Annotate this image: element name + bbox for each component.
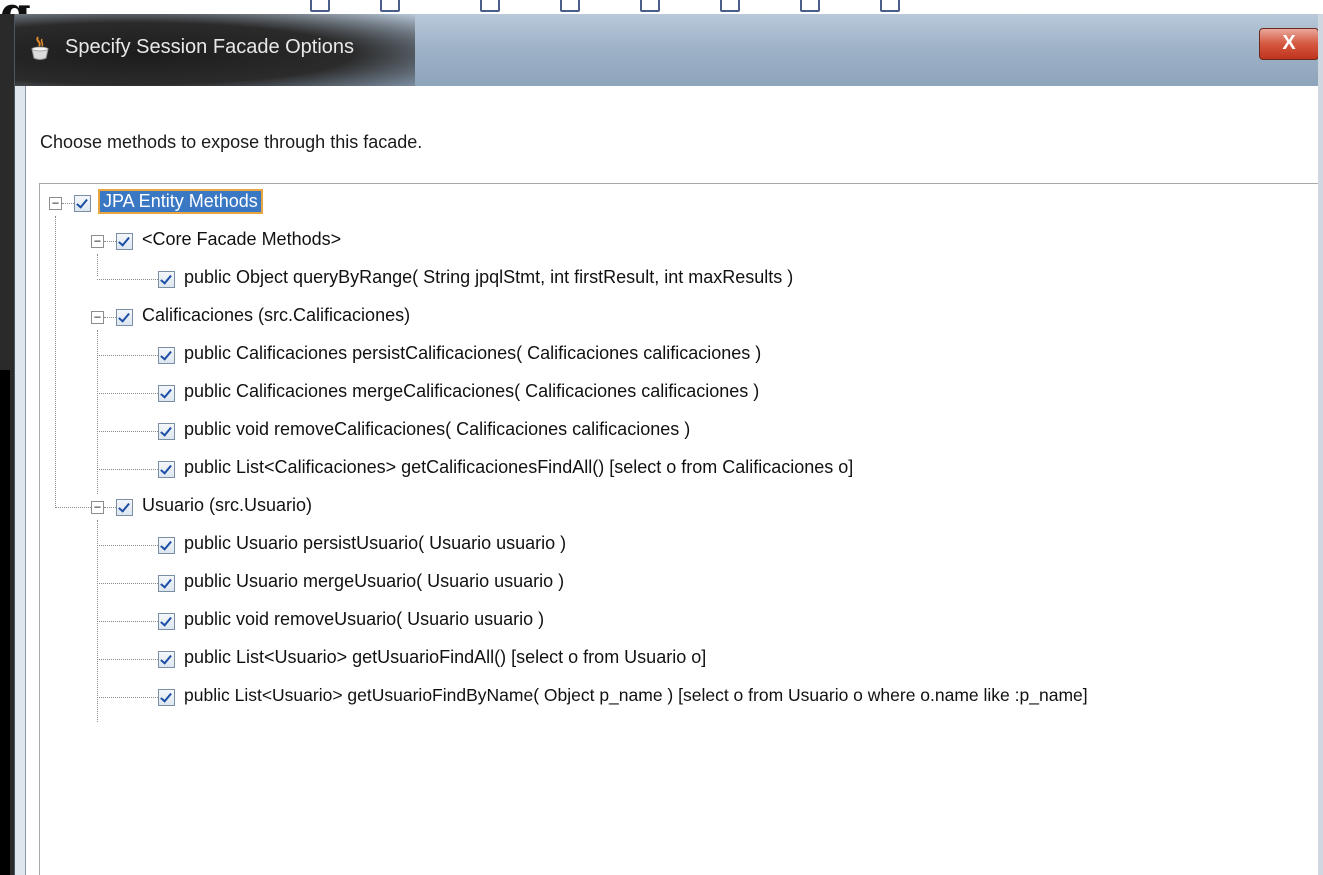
tree-node-group[interactable]: − <Core Facade Methods> bbox=[40, 222, 1323, 260]
dialog-content: Choose methods to expose through this fa… bbox=[25, 86, 1323, 875]
tree-connector bbox=[97, 697, 158, 698]
background-window-shadow bbox=[0, 370, 10, 875]
tree-node-label: public Calificaciones persistCalificacio… bbox=[184, 343, 762, 363]
checkbox-method[interactable] bbox=[158, 347, 175, 364]
checkbox-method[interactable] bbox=[158, 689, 175, 706]
tree-node-label: public List<Usuario> getUsuarioFindAll()… bbox=[184, 647, 707, 667]
tree-node-label: public void removeUsuario( Usuario usuar… bbox=[184, 609, 545, 629]
tree-node-group[interactable]: − Usuario (src.Usuario) bbox=[40, 488, 1323, 526]
tree-node-method[interactable]: public void removeCalificaciones( Califi… bbox=[40, 412, 1323, 450]
checkbox-group[interactable] bbox=[116, 499, 133, 516]
dialog-title: Specify Session Facade Options bbox=[65, 36, 355, 58]
collapse-toggle-icon[interactable]: − bbox=[49, 197, 62, 210]
checkbox-method[interactable] bbox=[158, 271, 175, 288]
tree-connector bbox=[62, 203, 74, 204]
toolbar-icon bbox=[310, 0, 330, 12]
instruction-text: Choose methods to expose through this fa… bbox=[40, 132, 423, 152]
tree-node-method[interactable]: public List<Usuario> getUsuarioFindByNam… bbox=[40, 678, 1323, 716]
tree-node-method[interactable]: public Calificaciones mergeCalificacione… bbox=[40, 374, 1323, 412]
collapse-toggle-icon[interactable]: − bbox=[91, 311, 104, 324]
tree-node-label: public Usuario persistUsuario( Usuario u… bbox=[184, 533, 567, 553]
tree-connector bbox=[97, 393, 158, 394]
tree-node-label: public Usuario mergeUsuario( Usuario usu… bbox=[184, 571, 565, 591]
toolbar-icon bbox=[720, 0, 740, 12]
tree-node-label: public void removeCalificaciones( Califi… bbox=[184, 419, 691, 439]
tree-connector bbox=[97, 621, 158, 622]
tree-connector bbox=[97, 583, 158, 584]
tree-node-method[interactable]: public Usuario mergeUsuario( Usuario usu… bbox=[40, 564, 1323, 602]
close-button[interactable]: X bbox=[1259, 28, 1319, 60]
tree-connector bbox=[97, 469, 158, 470]
checkbox-group[interactable] bbox=[116, 309, 133, 326]
background-window-edge bbox=[1318, 14, 1323, 875]
checkbox-method[interactable] bbox=[158, 461, 175, 478]
tree-connector bbox=[97, 431, 158, 432]
checkbox-method[interactable] bbox=[158, 423, 175, 440]
background-toolbar: g bbox=[0, 0, 1323, 14]
checkbox-method[interactable] bbox=[158, 537, 175, 554]
tree-node-label: public List<Usuario> getUsuarioFindByNam… bbox=[184, 685, 1088, 705]
tree-node-method[interactable]: public List<Usuario> getUsuarioFindAll()… bbox=[40, 640, 1323, 678]
tree-connector bbox=[97, 279, 158, 280]
tree-connector bbox=[104, 507, 116, 508]
checkbox-method[interactable] bbox=[158, 651, 175, 668]
tree-node-method[interactable]: public List<Calificaciones> getCalificac… bbox=[40, 450, 1323, 488]
checkbox-method[interactable] bbox=[158, 385, 175, 402]
java-cup-icon bbox=[31, 36, 49, 60]
checkbox-method[interactable] bbox=[158, 613, 175, 630]
toolbar-icon bbox=[560, 0, 580, 12]
checkbox-root[interactable] bbox=[74, 195, 91, 212]
collapse-toggle-icon[interactable]: − bbox=[91, 235, 104, 248]
toolbar-icon bbox=[480, 0, 500, 12]
background-window-edge bbox=[0, 14, 14, 875]
toolbar-icon bbox=[880, 0, 900, 12]
tree-connector bbox=[97, 659, 158, 660]
tree-node-method[interactable]: public Object queryByRange( String jpqlS… bbox=[40, 260, 1323, 298]
tree-node-method[interactable]: public Usuario persistUsuario( Usuario u… bbox=[40, 526, 1323, 564]
tree-node-method[interactable]: public void removeUsuario( Usuario usuar… bbox=[40, 602, 1323, 640]
tree-connector bbox=[55, 507, 91, 508]
tree-node-method[interactable]: public Calificaciones persistCalificacio… bbox=[40, 336, 1323, 374]
toolbar-icon bbox=[380, 0, 400, 12]
tree-node-label: public List<Calificaciones> getCalificac… bbox=[184, 457, 854, 477]
tree-connector bbox=[97, 355, 158, 356]
tree-node-label: public Object queryByRange( String jpqlS… bbox=[184, 267, 794, 287]
background-glyph: g bbox=[0, 0, 31, 14]
tree-node-label: Calificaciones (src.Calificaciones) bbox=[142, 305, 411, 325]
title-bar[interactable]: Specify Session Facade Options X bbox=[15, 14, 1323, 86]
tree-connector bbox=[97, 545, 158, 546]
toolbar-icon bbox=[640, 0, 660, 12]
tree-node-label: JPA Entity Methods bbox=[98, 189, 263, 214]
tree-node-root[interactable]: − JPA Entity Methods bbox=[40, 184, 1323, 222]
collapse-toggle-icon[interactable]: − bbox=[91, 501, 104, 514]
checkbox-method[interactable] bbox=[158, 575, 175, 592]
tree-connector bbox=[104, 241, 116, 242]
toolbar-icon bbox=[800, 0, 820, 12]
tree-node-group[interactable]: − Calificaciones (src.Calificaciones) bbox=[40, 298, 1323, 336]
session-facade-dialog: Specify Session Facade Options X Choose … bbox=[14, 14, 1323, 875]
tree-node-label: Usuario (src.Usuario) bbox=[142, 495, 313, 515]
method-tree[interactable]: − JPA Entity Methods − <Core Facade Meth… bbox=[39, 183, 1323, 875]
tree-node-label: public Calificaciones mergeCalificacione… bbox=[184, 381, 760, 401]
tree-connector bbox=[104, 317, 116, 318]
tree-node-label: <Core Facade Methods> bbox=[142, 229, 342, 249]
screen: g Specify Session Facade Options X Choos… bbox=[0, 0, 1323, 875]
checkbox-group[interactable] bbox=[116, 233, 133, 250]
